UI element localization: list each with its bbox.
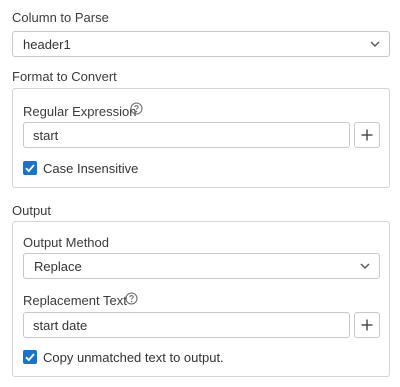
output-label: Output: [12, 203, 52, 218]
format-to-convert-label: Format to Convert: [12, 69, 117, 84]
regular-expression-value: start: [33, 128, 59, 143]
checkmark-icon: [25, 164, 35, 173]
replacement-text-label: Replacement Text: [23, 293, 127, 308]
help-circle-icon[interactable]: [130, 102, 143, 115]
chevron-down-icon: [360, 263, 370, 270]
column-to-parse-value: header1: [23, 37, 71, 52]
column-to-parse-select[interactable]: header1: [12, 31, 390, 57]
chevron-down-icon: [370, 41, 380, 48]
output-method-label: Output Method: [23, 235, 109, 250]
column-to-parse-label: Column to Parse: [12, 10, 109, 25]
add-replacement-button[interactable]: [354, 312, 380, 338]
case-insensitive-checkbox[interactable]: [23, 161, 37, 175]
copy-unmatched-checkbox[interactable]: [23, 350, 37, 364]
replacement-text-input[interactable]: start date: [23, 312, 350, 338]
output-method-select[interactable]: Replace: [23, 253, 380, 279]
plus-icon: [361, 129, 373, 141]
add-regex-button[interactable]: [354, 122, 380, 148]
copy-unmatched-label[interactable]: Copy unmatched text to output.: [43, 350, 224, 365]
regular-expression-label: Regular Expression: [23, 104, 137, 119]
checkmark-icon: [25, 353, 35, 362]
output-method-value: Replace: [34, 259, 82, 274]
case-insensitive-label[interactable]: Case Insensitive: [43, 161, 138, 176]
help-circle-icon[interactable]: [125, 292, 138, 305]
replacement-text-value: start date: [33, 318, 88, 333]
regular-expression-input[interactable]: start: [23, 122, 350, 148]
output-group: Output Method Replace Replacement Text s…: [12, 221, 390, 377]
plus-icon: [361, 319, 373, 331]
format-to-convert-group: Regular Expression start Case Insensitiv…: [12, 88, 390, 188]
